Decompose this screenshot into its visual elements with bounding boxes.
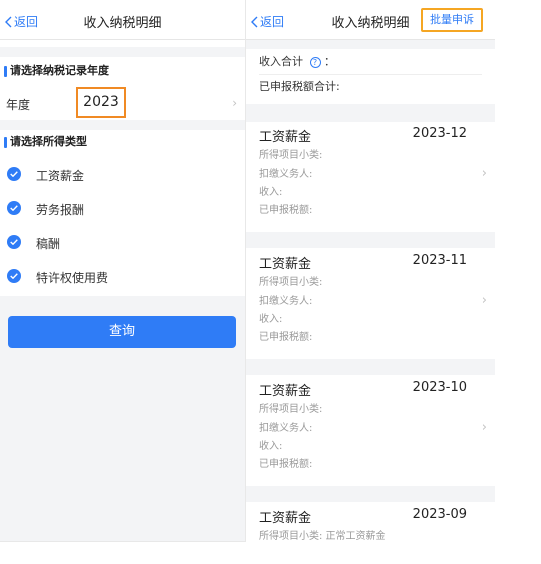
record-card[interactable]: 工资薪金 2023-10 所得项目小类: 扣缴义务人: 收入: 已申报税额: › xyxy=(246,380,495,498)
type-option-label: 稿酬 xyxy=(36,237,61,251)
section-gap xyxy=(246,104,495,122)
type-option-label: 特许权使用费 xyxy=(36,271,109,285)
record-field-subtype: 所得项目小类: 正常工资薪金 xyxy=(259,531,386,542)
record-field-income: 收入: xyxy=(259,441,283,452)
section-gap xyxy=(246,486,495,502)
record-field-withholder: 扣缴义务人: xyxy=(259,169,313,180)
chevron-right-icon: › xyxy=(232,96,237,110)
chevron-right-icon: › xyxy=(481,166,487,181)
record-field-tax: 已申报税额: xyxy=(259,205,313,216)
record-field-tax: 已申报税额: xyxy=(259,459,313,470)
section-title-type-text: 请选择所得类型 xyxy=(10,135,87,148)
query-screen: 返回 收入纳税明细 请选择纳税记录年度 年度 2023 › 请选择所得类型 工资… xyxy=(0,0,246,542)
type-option-label: 劳务报酬 xyxy=(36,203,85,217)
year-value: 2023 xyxy=(76,87,126,118)
record-field-income: 收入: xyxy=(259,314,283,325)
query-button[interactable]: 查询 xyxy=(8,316,236,348)
info-icon[interactable]: ? xyxy=(309,56,321,68)
record-field-subtype: 所得项目小类: xyxy=(259,150,323,161)
nav-bar: 返回 收入纳税明细 批量申诉 xyxy=(246,0,495,40)
nav-bar: 返回 收入纳税明细 xyxy=(0,0,245,40)
results-screen: 返回 收入纳税明细 批量申诉 收入合计 ? ： 已申报税额合计: 工资薪金 20… xyxy=(246,0,495,564)
record-period: 2023-09 xyxy=(412,507,467,522)
record-card[interactable]: 工资薪金 2023-11 所得项目小类: 扣缴义务人: 收入: 已申报税额: › xyxy=(246,253,495,371)
record-field-subtype: 所得项目小类: xyxy=(259,404,323,415)
check-circle-icon xyxy=(7,201,21,215)
record-period: 2023-12 xyxy=(412,126,467,141)
declared-total-label: 已申报税额合计: xyxy=(259,80,340,93)
section-title-year: 请选择纳税记录年度 xyxy=(0,58,245,84)
section-gap xyxy=(246,232,495,248)
declared-total-row: 已申报税额合计: xyxy=(246,73,495,101)
type-option-wages[interactable]: 工资薪金 xyxy=(0,157,245,191)
chevron-right-icon: › xyxy=(481,293,487,308)
year-selector[interactable]: 年度 2023 › xyxy=(0,87,245,119)
section-gap xyxy=(0,47,245,57)
check-circle-icon xyxy=(7,269,21,283)
type-option-label: 工资薪金 xyxy=(36,169,85,183)
section-title-year-text: 请选择纳税记录年度 xyxy=(10,64,109,77)
record-card[interactable]: 工资薪金 2023-12 所得项目小类: 扣缴义务人: 收入: 已申报税额: › xyxy=(246,126,495,244)
record-field-withholder: 扣缴义务人: xyxy=(259,296,313,307)
record-field-income: 收入: xyxy=(259,187,283,198)
page-title: 收入纳税明细 xyxy=(83,16,162,31)
batch-appeal-button[interactable]: 批量申诉 xyxy=(421,8,483,32)
record-income-type: 工资薪金 xyxy=(259,384,312,399)
check-circle-icon xyxy=(7,235,21,249)
section-marker xyxy=(4,66,7,77)
type-option-franchise[interactable]: 特许权使用费 xyxy=(0,259,245,293)
section-title-type: 请选择所得类型 xyxy=(0,129,245,155)
record-income-type: 工资薪金 xyxy=(259,511,312,526)
income-total-label: 收入合计 xyxy=(259,55,303,68)
record-period: 2023-11 xyxy=(412,253,467,268)
section-gap xyxy=(246,359,495,375)
chevron-right-icon: › xyxy=(481,420,487,435)
income-total-row: 收入合计 ? ： xyxy=(246,48,495,76)
income-total-colon: ： xyxy=(324,55,335,68)
section-marker xyxy=(4,137,7,148)
record-field-withholder: 扣缴义务人: xyxy=(259,423,313,434)
record-income-type: 工资薪金 xyxy=(259,130,312,145)
year-label: 年度 xyxy=(6,98,31,112)
record-period: 2023-10 xyxy=(412,380,467,395)
type-option-royalty[interactable]: 稿酬 xyxy=(0,225,245,259)
record-field-tax: 已申报税额: xyxy=(259,332,313,343)
check-circle-icon xyxy=(7,167,21,181)
record-income-type: 工资薪金 xyxy=(259,257,312,272)
record-field-subtype: 所得项目小类: xyxy=(259,277,323,288)
type-option-labor[interactable]: 劳务报酬 xyxy=(0,191,245,225)
record-card[interactable]: 工资薪金 2023-09 所得项目小类: 正常工资薪金 xyxy=(246,507,495,564)
